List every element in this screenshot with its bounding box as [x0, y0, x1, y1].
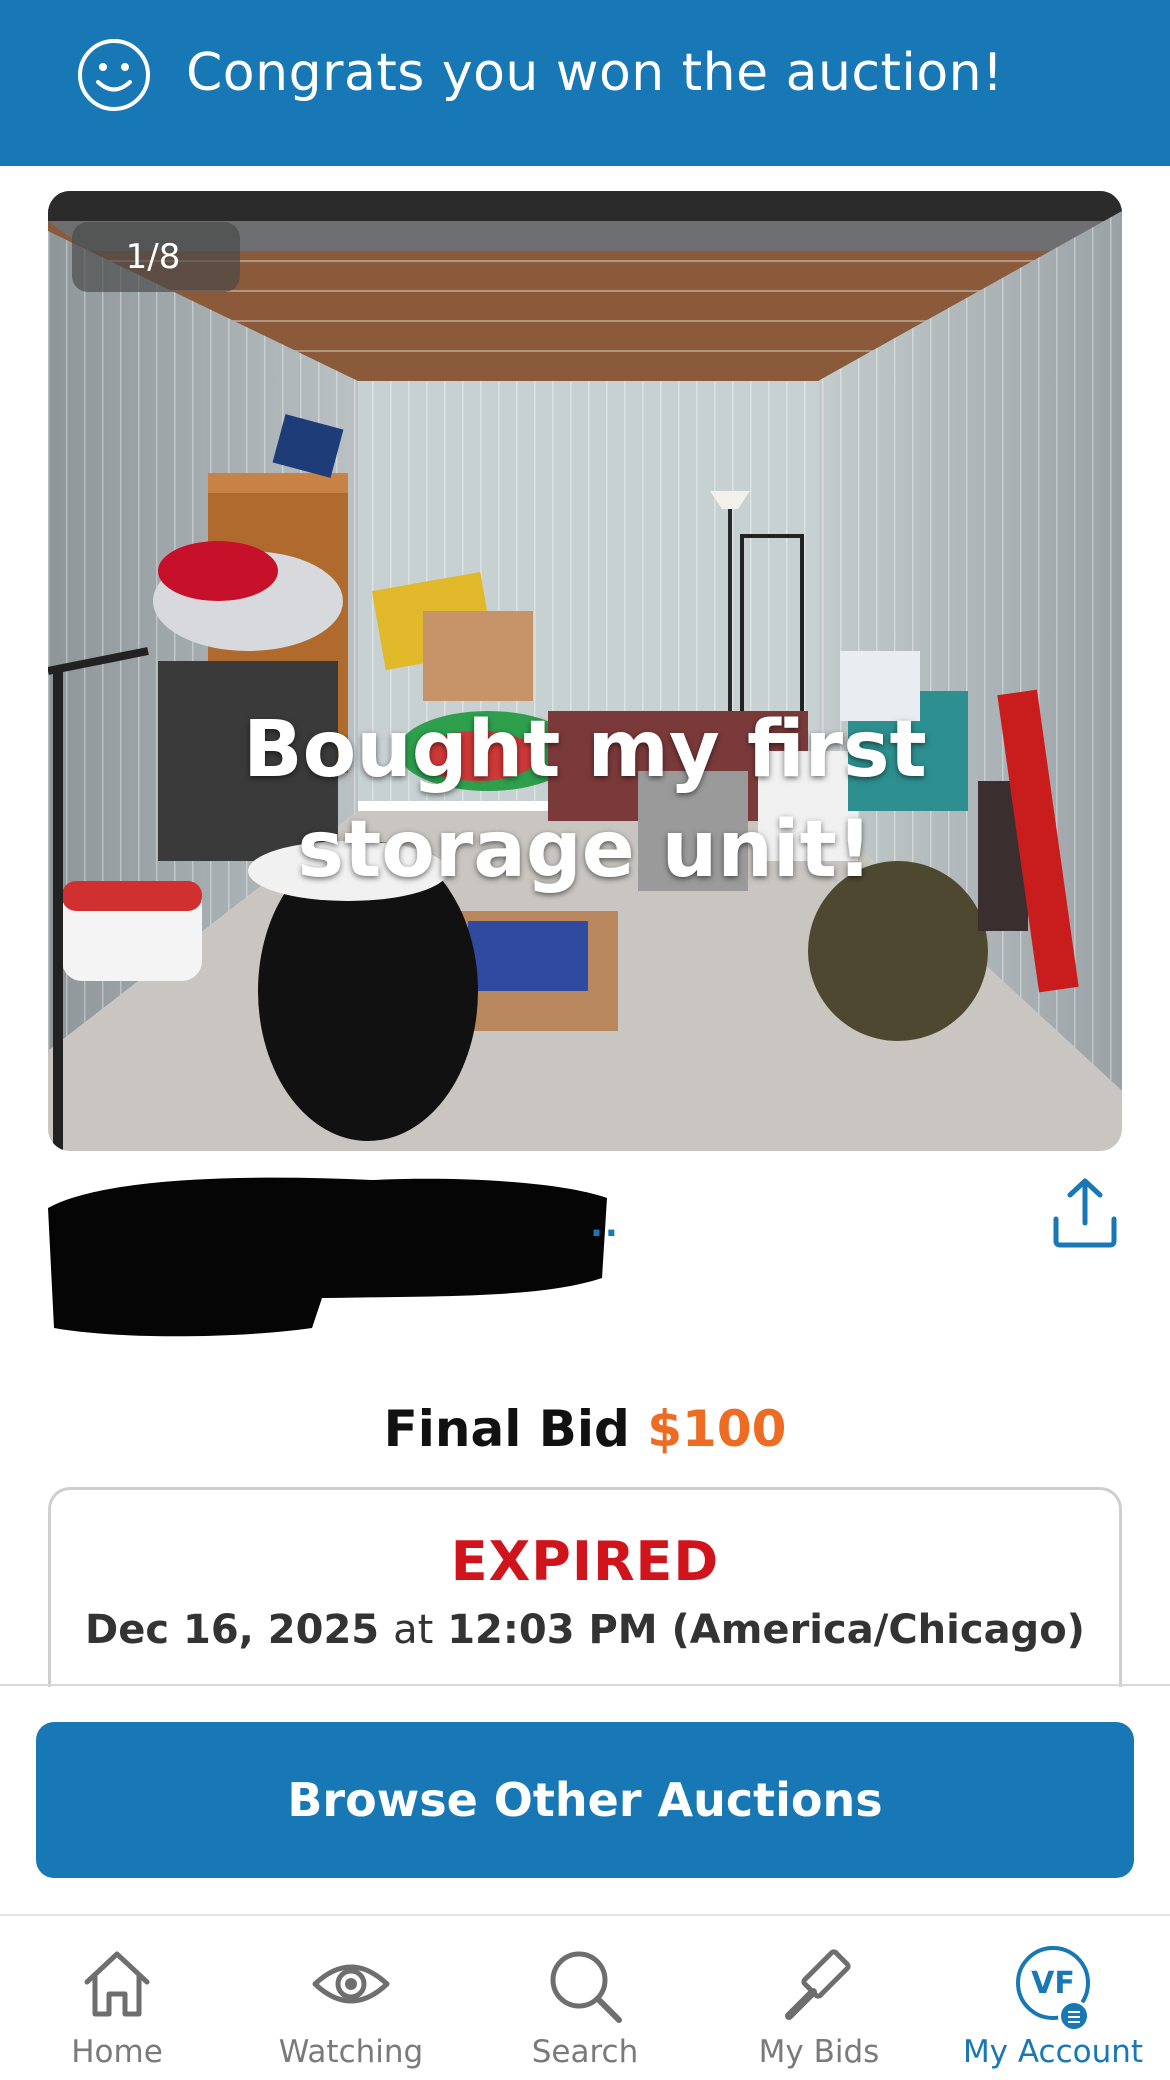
share-icon[interactable]: [1050, 1175, 1120, 1251]
status-date: Dec 16, 2025: [85, 1607, 380, 1653]
nav-search[interactable]: Search: [468, 1916, 702, 2080]
status-time: 12:03 PM (America/Chicago): [447, 1607, 1085, 1653]
success-banner: Congrats you won the auction!: [0, 0, 1170, 166]
search-icon: [550, 1951, 622, 2023]
eye-icon: [312, 1964, 390, 2004]
title-truncation: ..: [590, 1205, 620, 1245]
photo-counter: 1/8: [72, 222, 240, 292]
final-bid: Final Bid $100: [0, 1400, 1170, 1458]
smiley-face-icon: [78, 39, 150, 111]
nav-my-account-label: My Account: [962, 2034, 1144, 2070]
auction-status-card: EXPIRED Dec 16, 2025 at 12:03 PM (Americ…: [48, 1487, 1122, 1687]
nav-home-label: Home: [71, 2034, 163, 2070]
bottom-nav: Home Watching Search My Bids VF My Accou…: [0, 1916, 1170, 2080]
nav-my-bids-label: My Bids: [758, 2034, 880, 2070]
storage-unit-image: [48, 191, 1122, 1151]
home-icon: [84, 1951, 150, 2017]
final-bid-amount: $100: [647, 1400, 787, 1458]
menu-badge-icon: [1058, 2000, 1090, 2032]
nav-my-account[interactable]: VF My Account: [936, 1916, 1170, 2080]
nav-home[interactable]: Home: [0, 1916, 234, 2080]
redacted-listing-title: [48, 1177, 607, 1337]
listing-photo[interactable]: [48, 191, 1122, 1151]
status-expired: EXPIRED: [450, 1530, 720, 1593]
final-bid-label: Final Bid: [383, 1400, 630, 1458]
status-at: at: [393, 1607, 434, 1653]
section-divider: [0, 1684, 1170, 1686]
nav-watching[interactable]: Watching: [234, 1916, 468, 2080]
photo-caption: Bought my first storage unit!: [243, 705, 927, 895]
gavel-icon: [785, 1949, 851, 2020]
banner-title: Congrats you won the auction!: [186, 43, 1004, 103]
nav-watching-label: Watching: [278, 2034, 424, 2070]
browse-other-auctions-button[interactable]: Browse Other Auctions: [36, 1722, 1134, 1878]
nav-search-label: Search: [531, 2034, 639, 2070]
status-datetime: Dec 16, 2025 at 12:03 PM (America/Chicag…: [51, 1607, 1119, 1653]
nav-my-bids[interactable]: My Bids: [702, 1916, 936, 2080]
